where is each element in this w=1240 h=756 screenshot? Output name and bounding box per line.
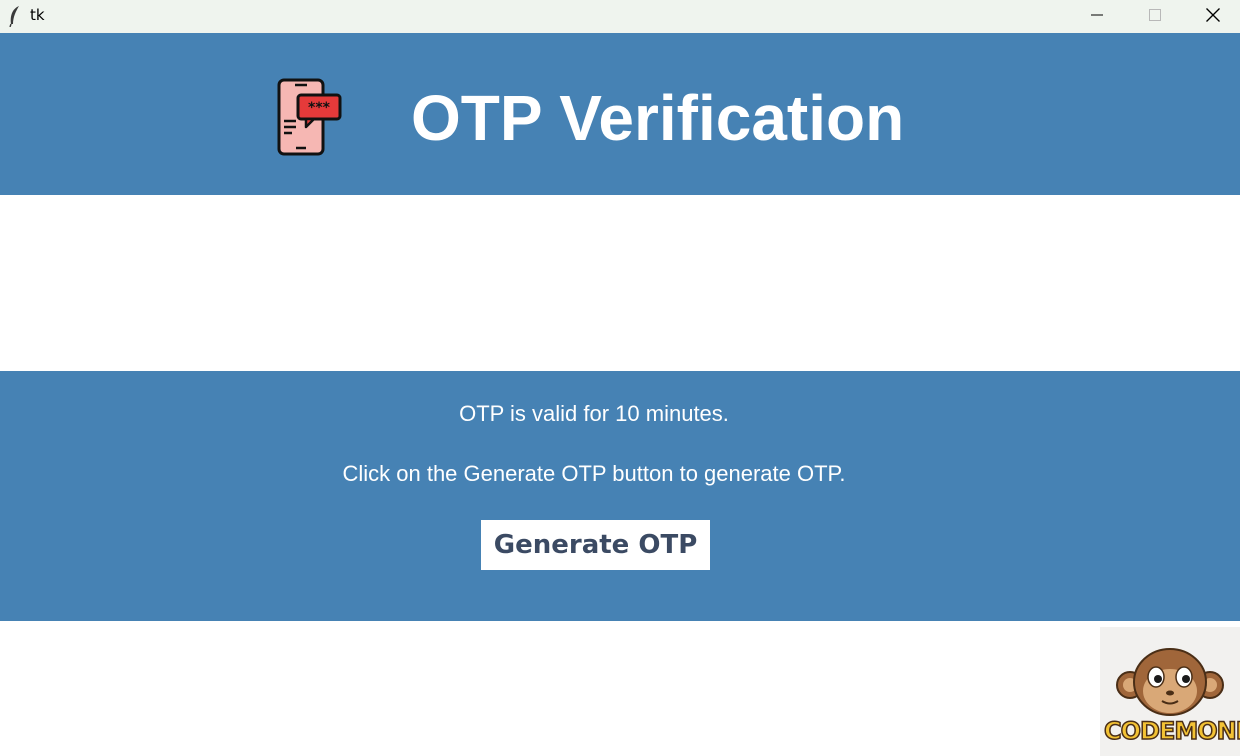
window-title: tk xyxy=(30,6,45,24)
header-banner: *** OTP Verification xyxy=(0,33,1240,195)
generate-otp-button[interactable]: Generate OTP xyxy=(481,520,710,570)
logo-text: CODEMONKEY xyxy=(1103,716,1240,746)
close-button[interactable] xyxy=(1184,0,1240,30)
instruction-text: Click on the Generate OTP button to gene… xyxy=(342,461,846,486)
minimize-icon xyxy=(1091,14,1103,16)
validity-text: OTP is valid for 10 minutes. xyxy=(459,401,729,426)
phone-otp-icon: *** xyxy=(277,78,342,156)
maximize-button[interactable] xyxy=(1126,0,1184,30)
maximize-icon xyxy=(1149,9,1161,21)
codemonkey-logo: CODEMONKEY xyxy=(1100,627,1240,756)
svg-text:***: *** xyxy=(308,100,331,116)
info-panel: OTP is valid for 10 minutes. Click on th… xyxy=(0,371,1240,621)
minimize-button[interactable] xyxy=(1068,0,1126,30)
window-titlebar: tk xyxy=(0,0,1240,33)
page-title: OTP Verification xyxy=(411,82,905,154)
close-icon xyxy=(1206,8,1220,22)
feather-icon xyxy=(9,6,19,27)
